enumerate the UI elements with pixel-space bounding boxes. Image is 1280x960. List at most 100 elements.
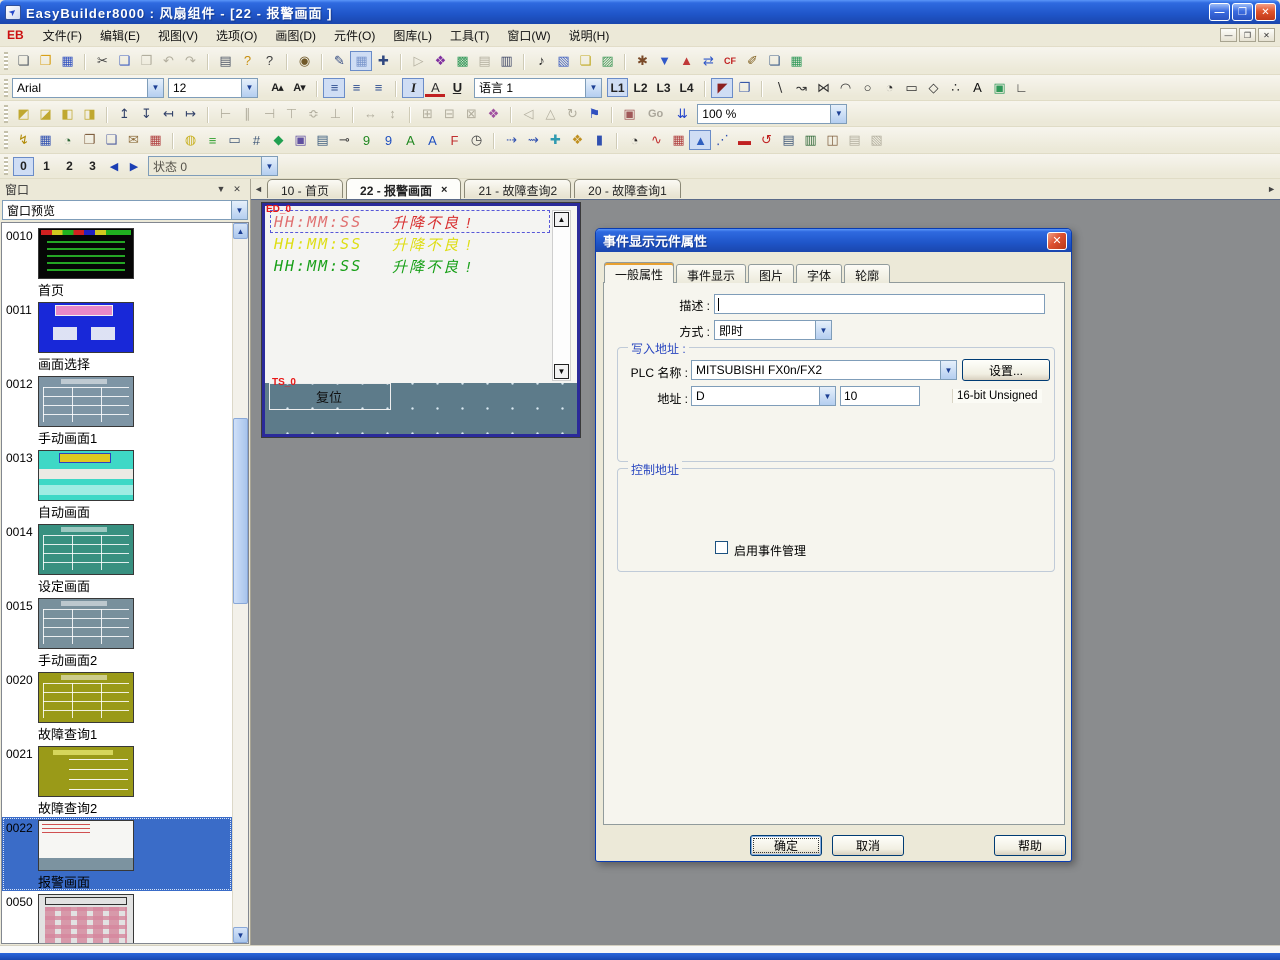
state-0-button[interactable]: 0	[13, 157, 34, 176]
scrollbar-thumb[interactable]	[233, 418, 248, 604]
align-right-edge-icon[interactable]: ⊣	[258, 104, 280, 124]
window-tree-icon[interactable]: ▥	[495, 51, 517, 71]
numeric-input-icon[interactable]: 9	[377, 130, 399, 150]
ungroup-icon[interactable]: ▣	[618, 104, 640, 124]
new-file-icon[interactable]: ❏	[12, 51, 34, 71]
bring-to-front-icon[interactable]: ◩	[12, 104, 34, 124]
scroll-up-icon[interactable]: ▲	[233, 223, 248, 239]
window-preview-combo[interactable]: 窗口预览 ▼	[2, 200, 248, 220]
prev-state-button[interactable]: ◀	[104, 157, 124, 176]
document-tab[interactable]: 21 - 故障查询2	[464, 179, 571, 198]
menu-item[interactable]: 工具(T)	[441, 24, 498, 47]
undo-icon[interactable]: ↶	[157, 51, 179, 71]
tabs-scroll-left-icon[interactable]: ◄	[254, 184, 263, 194]
panel-menu-icon[interactable]: ▼	[213, 182, 229, 196]
state-1-button[interactable]: 1	[36, 157, 57, 176]
plc-settings-button[interactable]: 设置...	[962, 359, 1050, 381]
arc-icon[interactable]: ◠	[834, 78, 856, 98]
toggle-switch-icon[interactable]: ▣	[289, 130, 311, 150]
online-simulation-icon[interactable]: ❖	[429, 51, 451, 71]
scroll-up-icon[interactable]: ▲	[554, 212, 569, 227]
font-family-combo[interactable]: Arial ▼	[12, 78, 164, 98]
align-center-icon[interactable]: ≡	[345, 78, 367, 98]
window-preview-item[interactable]: 0050	[2, 891, 232, 944]
chevron-down-icon[interactable]: ▼	[261, 157, 277, 175]
move-icon[interactable]: ✚	[544, 130, 566, 150]
fit-height-icon[interactable]: ⊠	[460, 104, 482, 124]
same-height-icon[interactable]: ↕	[381, 104, 403, 124]
chevron-down-icon[interactable]: ▼	[830, 105, 846, 123]
font-enlarge-icon[interactable]: A▴	[266, 78, 288, 98]
object-properties-icon[interactable]: ❐	[733, 78, 755, 98]
nudge-left-icon[interactable]: ↤	[157, 104, 179, 124]
state-3-button[interactable]: 3	[82, 157, 103, 176]
open-file-icon[interactable]: ❐	[34, 51, 56, 71]
data-transfer-trigger-icon[interactable]: ❐	[78, 130, 100, 150]
pin-icon[interactable]: ⚑	[583, 104, 605, 124]
paste-icon[interactable]: ❒	[135, 51, 157, 71]
enable-event-management-checkbox[interactable]	[715, 541, 728, 554]
underline-icon[interactable]: U	[446, 78, 468, 98]
window-thumbnail[interactable]	[38, 820, 134, 871]
reset-touch-area[interactable]: TS_0 复位	[269, 383, 391, 410]
word-lamp-icon[interactable]: ≡	[201, 130, 223, 150]
address-type-combo[interactable]: D ▼	[691, 386, 836, 406]
menu-item[interactable]: 视图(V)	[149, 24, 207, 47]
snap-icon[interactable]: ✚	[372, 51, 394, 71]
bezier-icon[interactable]: ↝	[790, 78, 812, 98]
tab-close-icon[interactable]: ×	[441, 184, 447, 196]
align-left-icon[interactable]: ≡	[323, 78, 345, 98]
backup-icon[interactable]: ✉	[122, 130, 144, 150]
nudge-right-icon[interactable]: ↦	[179, 104, 201, 124]
align-left-edge-icon[interactable]: ⊢	[214, 104, 236, 124]
upload-icon[interactable]: ▲	[675, 51, 697, 71]
hmi-screen-footer[interactable]: TS_0 复位	[265, 383, 577, 434]
text-icon[interactable]: A	[966, 78, 988, 98]
go-button[interactable]: Go	[640, 108, 671, 120]
window-thumbnail[interactable]	[38, 228, 134, 279]
scheduler-icon[interactable]: ◔	[56, 130, 78, 150]
window-preview-item[interactable]: 0021 故障查询2	[2, 743, 232, 817]
toolbar-grip[interactable]	[4, 79, 8, 97]
child-close-button[interactable]: ✕	[1258, 28, 1275, 42]
align-horizontal-center-icon[interactable]: ≎	[302, 104, 324, 124]
menu-item[interactable]: 元件(O)	[325, 24, 384, 47]
restore-button[interactable]: ❐	[1232, 3, 1253, 21]
description-input[interactable]	[714, 294, 1045, 314]
polygon-icon[interactable]: ◇	[922, 78, 944, 98]
data-sampling-icon[interactable]: ▤	[777, 130, 799, 150]
label-library-icon[interactable]: ❏	[574, 51, 596, 71]
align-bottom-icon[interactable]: ⊥	[324, 104, 346, 124]
bit-lamp-icon[interactable]: ◍	[179, 130, 201, 150]
font-size-combo[interactable]: 12 ▼	[168, 78, 258, 98]
window-thumbnail[interactable]	[38, 450, 134, 501]
font-shrink-icon[interactable]: A▾	[288, 78, 310, 98]
nudge-down-icon[interactable]: ↧	[135, 104, 157, 124]
language-level-1-button[interactable]: L1	[607, 78, 628, 97]
panel-close-icon[interactable]: ✕	[229, 182, 245, 196]
menu-item[interactable]: 文件(F)	[34, 24, 91, 47]
zoom-combo[interactable]: 100 % ▼	[697, 104, 847, 124]
event-log-icon[interactable]: ▦	[144, 130, 166, 150]
compile-icon[interactable]: ▩	[451, 51, 473, 71]
meter-display-icon[interactable]: ◔	[623, 130, 645, 150]
mode-combo[interactable]: 即时 ▼	[714, 320, 832, 340]
window-thumbnail[interactable]	[38, 524, 134, 575]
same-size-icon[interactable]: ⊞	[416, 104, 438, 124]
state-2-button[interactable]: 2	[59, 157, 80, 176]
animation-icon[interactable]: ⇝	[522, 130, 544, 150]
event-display-row[interactable]: HH:MM:SS 升降不良 !	[274, 211, 472, 233]
operation-log-icon[interactable]: ▤	[843, 130, 865, 150]
window-preview-item[interactable]: 0022 报警画面	[2, 817, 232, 891]
state-combo[interactable]: 状态 0 ▼	[148, 156, 278, 176]
menu-item[interactable]: 说明(H)	[560, 24, 619, 47]
align-right-icon[interactable]: ≡	[367, 78, 389, 98]
dialog-title-bar[interactable]: 事件显示元件属性 ✕	[596, 229, 1071, 252]
event-display-scrollbar[interactable]: ▲ ▼	[552, 210, 571, 381]
flip-horizontal-icon[interactable]: ◁	[517, 104, 539, 124]
chevron-down-icon[interactable]: ▼	[585, 79, 601, 97]
align-vertical-center-icon[interactable]: ∥	[236, 104, 258, 124]
dialog-tab[interactable]: 图片	[748, 264, 794, 283]
dialog-tab[interactable]: 字体	[796, 264, 842, 283]
dialog-close-icon[interactable]: ✕	[1047, 232, 1067, 250]
